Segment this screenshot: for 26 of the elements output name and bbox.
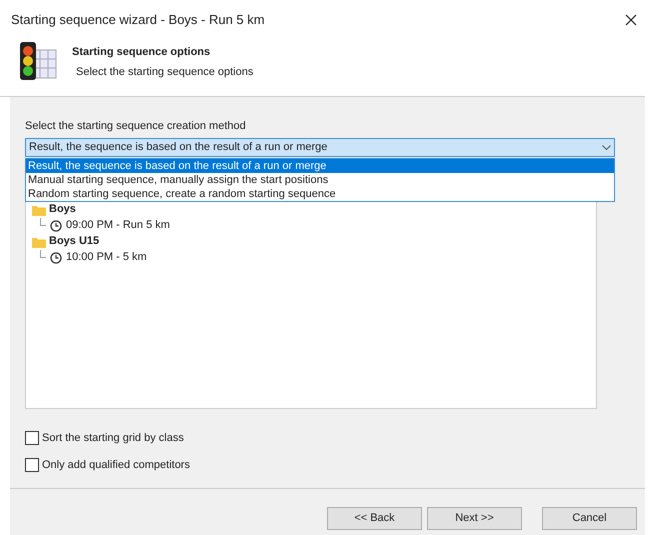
traffic-light-icon [18,40,58,82]
wizard-button[interactable]: Next >> [427,506,522,530]
method-label: Select the starting sequence creation method [25,119,247,134]
close-icon[interactable] [625,14,637,26]
checkbox[interactable] [25,458,39,472]
tree-item[interactable]: 10:00 PM - 5 km [66,249,147,266]
clock-icon [50,252,62,264]
tree-group[interactable]: Boys U15 [49,233,100,250]
window-title: Starting sequence wizard - Boys - Run 5 km [11,11,265,30]
folder-icon [32,204,46,216]
header-subtitle: Select the starting sequence options [75,64,254,80]
checkbox-label: Sort the starting grid by class [42,430,184,446]
clock-icon [50,220,62,232]
checkbox-label: Only add qualified competitors [42,458,190,473]
dropdown-option[interactable]: Result, the sequence is based on the result of a run or merge [26,158,614,172]
chevron-down-icon [602,144,611,150]
dropdown-option[interactable]: Manual starting sequence, manually assign the start positions [26,172,614,186]
tree-group[interactable]: Boys [49,201,76,218]
wizard-button[interactable]: << Back [327,506,422,530]
checkbox[interactable] [25,430,39,445]
wizard-button[interactable]: Cancel [542,506,637,530]
header-title: Starting sequence options [72,45,212,60]
tree-item[interactable]: 09:00 PM - Run 5 km [66,217,170,234]
method-dropdown[interactable]: Result, the sequence is based on the result of a run or merge [25,138,615,156]
folder-icon [32,236,46,248]
dropdown-option[interactable]: Random starting sequence, create a random starting sequence [26,186,614,200]
